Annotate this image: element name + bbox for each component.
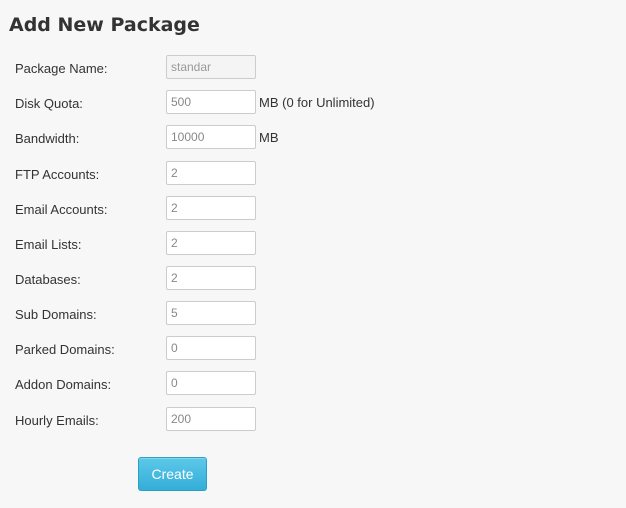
- email-accounts-row: Email Accounts:: [0, 196, 626, 222]
- bandwidth-unit: MB: [259, 130, 279, 145]
- email-lists-row: Email Lists:: [0, 231, 626, 257]
- databases-row: Databases:: [0, 266, 626, 292]
- addon-domains-row: Addon Domains:: [0, 371, 626, 397]
- hourly-emails-input[interactable]: [166, 407, 256, 431]
- email-lists-input[interactable]: [166, 231, 256, 255]
- page-title: Add New Package: [9, 14, 200, 36]
- hourly-emails-label: Hourly Emails:: [15, 413, 99, 428]
- create-button[interactable]: Create: [138, 457, 207, 491]
- disk-quota-row: Disk Quota: MB (0 for Unlimited): [0, 90, 626, 116]
- ftp-accounts-input[interactable]: [166, 161, 256, 185]
- parked-domains-label: Parked Domains:: [15, 342, 115, 357]
- addon-domains-input[interactable]: [166, 371, 256, 395]
- hourly-emails-row: Hourly Emails:: [0, 407, 626, 433]
- package-name-row: Package Name:: [0, 55, 626, 81]
- addon-domains-label: Addon Domains:: [15, 377, 112, 392]
- package-name-input[interactable]: [166, 55, 256, 79]
- ftp-accounts-row: FTP Accounts:: [0, 161, 626, 187]
- databases-label: Databases:: [15, 272, 81, 287]
- databases-input[interactable]: [166, 266, 256, 290]
- bandwidth-row: Bandwidth: MB: [0, 125, 626, 151]
- sub-domains-row: Sub Domains:: [0, 301, 626, 327]
- disk-quota-label: Disk Quota:: [15, 96, 83, 111]
- bandwidth-label: Bandwidth:: [15, 131, 80, 146]
- ftp-accounts-label: FTP Accounts:: [15, 167, 100, 182]
- email-accounts-label: Email Accounts:: [15, 202, 108, 217]
- parked-domains-input[interactable]: [166, 336, 256, 360]
- sub-domains-input[interactable]: [166, 301, 256, 325]
- email-lists-label: Email Lists:: [15, 237, 82, 252]
- email-accounts-input[interactable]: [166, 196, 256, 220]
- bandwidth-input[interactable]: [166, 125, 256, 149]
- package-name-label: Package Name:: [15, 61, 108, 76]
- disk-quota-unit: MB (0 for Unlimited): [259, 95, 375, 110]
- parked-domains-row: Parked Domains:: [0, 336, 626, 362]
- sub-domains-label: Sub Domains:: [15, 307, 97, 322]
- disk-quota-input[interactable]: [166, 90, 256, 114]
